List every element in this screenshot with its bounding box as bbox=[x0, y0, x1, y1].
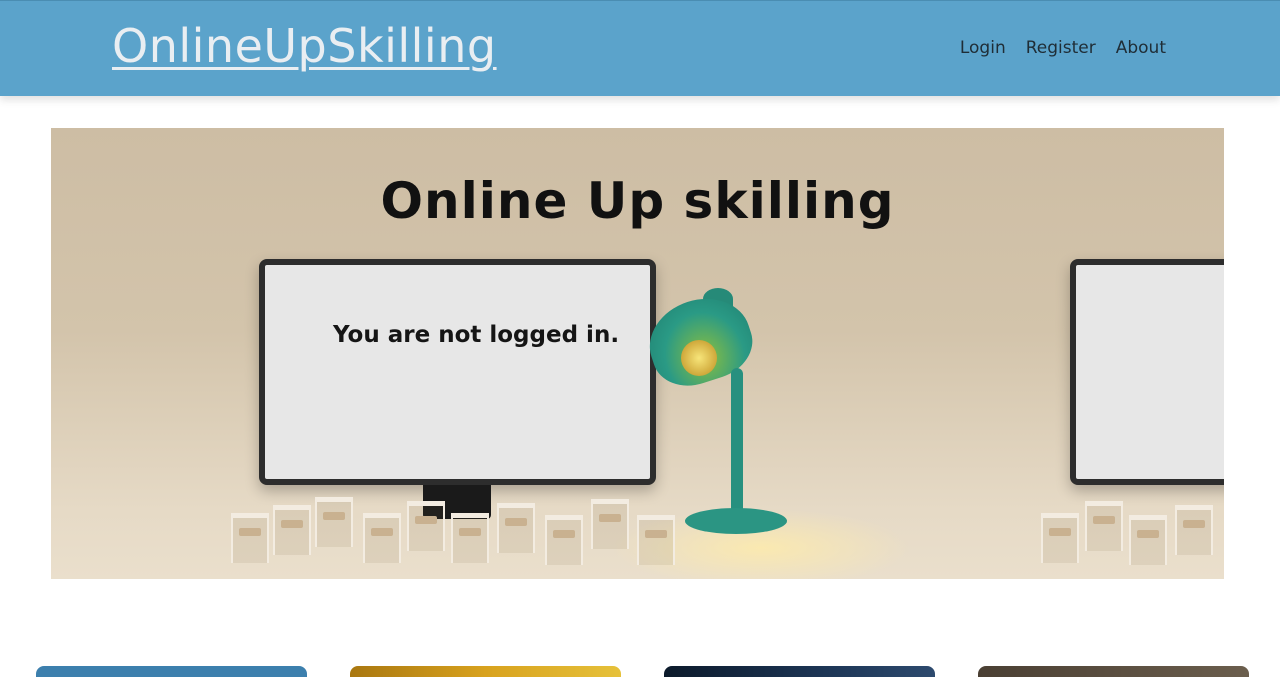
desk bbox=[1041, 513, 1079, 563]
desk bbox=[315, 497, 353, 547]
hero-title: Online Up skilling bbox=[380, 172, 895, 230]
classroom-screen-left bbox=[259, 259, 656, 485]
desk bbox=[451, 513, 489, 563]
nav-register-link[interactable]: Register bbox=[1026, 38, 1096, 58]
top-navbar: OnlineUpSkilling Login Register About bbox=[0, 0, 1280, 96]
nav-about-link[interactable]: About bbox=[1116, 38, 1166, 58]
desk bbox=[1085, 501, 1123, 551]
desk bbox=[637, 515, 675, 565]
course-cards-row bbox=[0, 666, 1280, 677]
classroom-screen-right bbox=[1070, 259, 1224, 485]
desk bbox=[591, 499, 629, 549]
login-status-message: You are not logged in. bbox=[333, 322, 620, 348]
desk bbox=[407, 501, 445, 551]
course-card[interactable] bbox=[36, 666, 307, 677]
desk bbox=[363, 513, 401, 563]
hero-banner: Online Up skilling You are not logged in… bbox=[51, 128, 1224, 579]
brand-logo-link[interactable]: OnlineUpSkilling bbox=[112, 19, 497, 73]
main-nav: Login Register About bbox=[940, 38, 1166, 58]
lamp-bulb bbox=[681, 340, 717, 376]
desk bbox=[1129, 515, 1167, 565]
desk bbox=[497, 503, 535, 553]
desk bbox=[273, 505, 311, 555]
course-card[interactable] bbox=[978, 666, 1249, 677]
desk bbox=[545, 515, 583, 565]
course-card[interactable] bbox=[664, 666, 935, 677]
classroom-desks bbox=[51, 493, 1224, 579]
nav-login-link[interactable]: Login bbox=[960, 38, 1006, 58]
desk bbox=[1175, 505, 1213, 555]
course-card[interactable] bbox=[350, 666, 621, 677]
desk bbox=[231, 513, 269, 563]
